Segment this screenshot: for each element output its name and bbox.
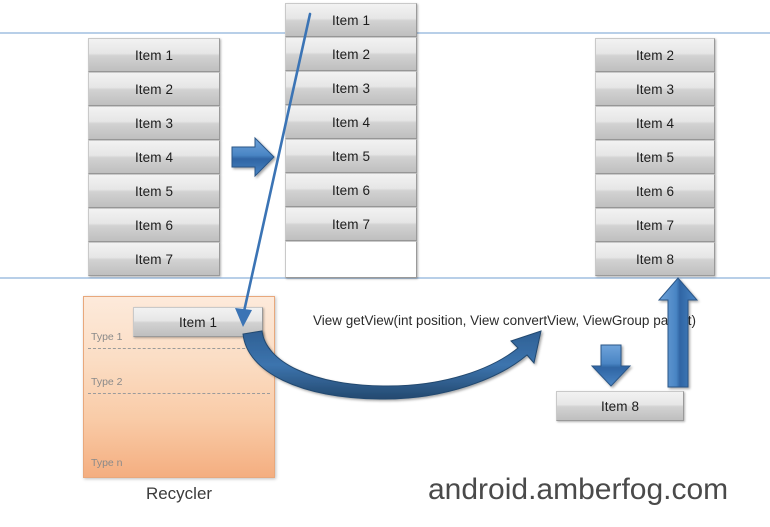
list-item: Item 5	[285, 139, 417, 173]
new-item-card: Item 8	[556, 391, 684, 421]
list-item: Item 3	[88, 106, 220, 140]
list-item: Item 7	[88, 242, 220, 276]
recycler-type-label: Type 2	[91, 376, 123, 388]
list-item: Item 6	[595, 174, 715, 208]
list-item: Item 6	[88, 208, 220, 242]
recycled-item-card: Item 1	[133, 307, 263, 337]
list-item: Item 4	[88, 140, 220, 174]
recycler-type-divider	[88, 393, 270, 394]
list-item: Item 5	[88, 174, 220, 208]
list-item: Item 3	[285, 71, 417, 105]
list-item: Item 8	[595, 242, 715, 276]
down-arrow-icon	[590, 344, 632, 387]
recycler-type-divider	[88, 348, 270, 349]
right-arrow-icon	[231, 136, 275, 178]
getview-signature-label: View getView(int position, View convertV…	[313, 313, 696, 328]
empty-list-slot	[285, 241, 417, 278]
list-item: Item 1	[88, 38, 220, 72]
list-item: Item 2	[595, 38, 715, 72]
recycler-caption: Recycler	[145, 484, 213, 503]
list-item: Item 1	[285, 3, 417, 37]
recycler-type-label: Type 1	[91, 331, 123, 343]
list-item: Item 4	[595, 106, 715, 140]
list-item: Item 5	[595, 140, 715, 174]
list-item: Item 4	[285, 105, 417, 139]
list-item: Item 3	[595, 72, 715, 106]
curved-arrow-icon	[242, 330, 542, 400]
recycler-type-label: Type n	[91, 457, 123, 469]
list-item: Item 2	[88, 72, 220, 106]
watermark-label: android.amberfog.com	[428, 473, 729, 506]
up-arrow-icon	[657, 277, 699, 388]
list-item: Item 6	[285, 173, 417, 207]
diagram-canvas: Item 1 Item 2 Item 3 Item 4 Item 5 Item …	[0, 0, 770, 527]
list-item: Item 7	[595, 208, 715, 242]
list-item: Item 2	[285, 37, 417, 71]
list-item: Item 7	[285, 207, 417, 241]
